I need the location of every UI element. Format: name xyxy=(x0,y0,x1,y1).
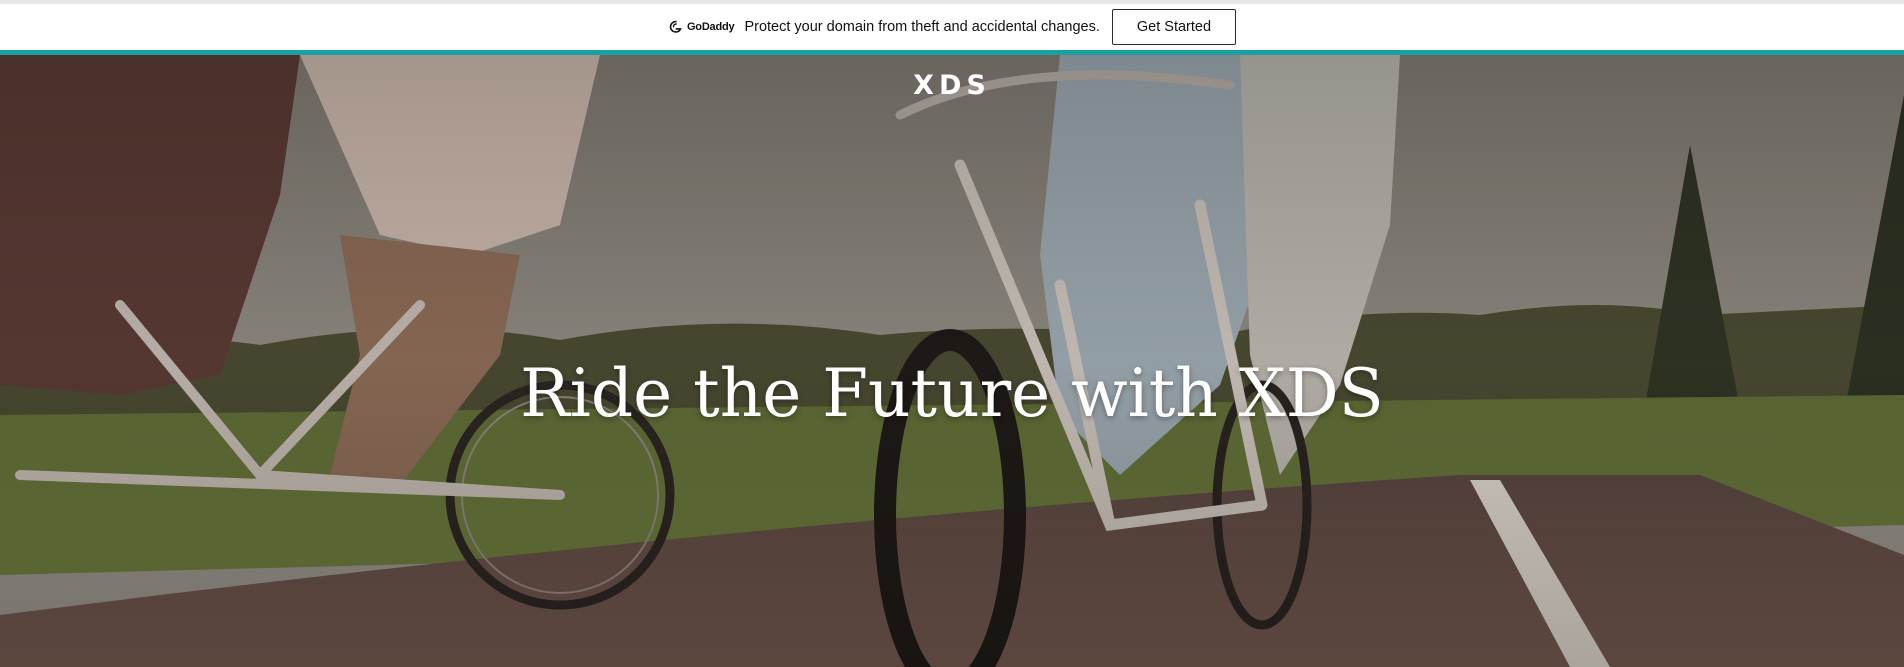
promo-banner: GoDaddy Protect your domain from theft a… xyxy=(0,4,1904,50)
get-started-button[interactable]: Get Started xyxy=(1111,9,1237,45)
hero-headline: Ride the Future with XDS xyxy=(520,355,1384,432)
banner-message: Protect your domain from theft and accid… xyxy=(744,19,1100,35)
brand-name: GoDaddy xyxy=(686,21,735,33)
godaddy-logo-icon xyxy=(669,20,682,33)
hero-section: XDS Ride the Future with XDS xyxy=(0,55,1904,667)
godaddy-brand[interactable]: GoDaddy xyxy=(668,19,735,35)
site-logo[interactable]: XDS xyxy=(0,70,1904,101)
